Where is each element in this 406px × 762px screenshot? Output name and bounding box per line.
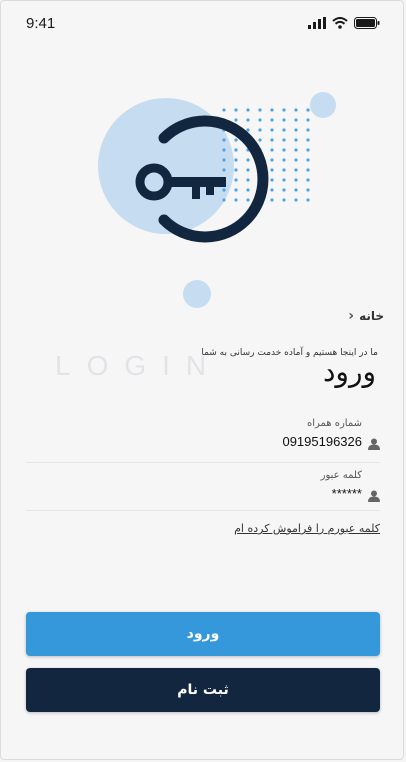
user-icon <box>368 490 380 502</box>
breadcrumb-home-label[interactable]: خانه <box>359 309 384 323</box>
decor-dot <box>306 188 310 192</box>
decor-dot <box>222 138 226 142</box>
decor-dot <box>258 108 262 112</box>
decor-dot <box>258 138 262 142</box>
decor-dot <box>258 118 262 122</box>
password-label: کلمه عبور <box>320 470 362 481</box>
register-button[interactable]: ثبت نام <box>26 668 380 712</box>
user-icon <box>368 438 380 450</box>
decor-dot <box>270 198 274 202</box>
decor-dot <box>222 168 226 172</box>
decor-dot <box>282 178 286 182</box>
decor-dot <box>282 118 286 122</box>
status-time: 9:41 <box>26 15 56 32</box>
login-watermark: LOGIN <box>55 350 223 381</box>
decor-dot <box>270 168 274 172</box>
status-icons <box>308 17 380 29</box>
decor-dot <box>306 108 310 112</box>
decor-dot <box>306 168 310 172</box>
decor-dot <box>270 118 274 122</box>
decor-dot <box>234 108 238 112</box>
password-field[interactable]: کلمه عبور ****** <box>26 470 380 511</box>
decor-dot <box>306 158 310 162</box>
decor-dot <box>306 178 310 182</box>
decor-dot <box>282 138 286 142</box>
decor-dot <box>222 188 226 192</box>
decor-dot <box>282 188 286 192</box>
battery-icon <box>354 17 380 29</box>
decor-dot <box>282 108 286 112</box>
decor-dot <box>294 178 298 182</box>
decor-dot <box>294 128 298 132</box>
decor-dot <box>270 128 274 132</box>
decor-dot <box>282 198 286 202</box>
decor-dot <box>234 118 238 122</box>
page-title: ورود <box>322 355 376 388</box>
decor-dot <box>234 178 238 182</box>
decor-dot <box>294 198 298 202</box>
decor-dot <box>234 188 238 192</box>
decor-dot <box>270 108 274 112</box>
decor-dot <box>234 148 238 152</box>
breadcrumb[interactable]: خانه ‹ <box>348 308 384 324</box>
decor-dot <box>246 168 250 172</box>
decor-dot <box>270 138 274 142</box>
decor-dot <box>222 108 226 112</box>
decor-dot <box>222 148 226 152</box>
decor-dot <box>294 138 298 142</box>
decor-dot <box>294 118 298 122</box>
decor-dot <box>282 148 286 152</box>
decor-dot <box>246 108 250 112</box>
decor-dot <box>294 188 298 192</box>
decor-dot <box>306 198 310 202</box>
wifi-icon <box>332 17 348 29</box>
decor-dot <box>282 128 286 132</box>
decor-dot <box>282 168 286 172</box>
decor-dot <box>294 148 298 152</box>
decor-dot <box>294 158 298 162</box>
decor-dot <box>246 158 250 162</box>
decor-dot <box>270 178 274 182</box>
phone-field[interactable]: شماره همراه 09195196326 <box>26 418 380 463</box>
decor-dot <box>306 118 310 122</box>
login-button[interactable]: ورود <box>26 612 380 656</box>
phone-input[interactable]: 09195196326 <box>282 434 362 449</box>
decor-dot <box>234 158 238 162</box>
decor-dot <box>222 198 226 202</box>
decor-dot <box>234 168 238 172</box>
decor-dot <box>270 148 274 152</box>
decor-circle-bottom <box>183 280 211 308</box>
decor-dot <box>234 198 238 202</box>
decor-dot <box>306 148 310 152</box>
decor-circle-small <box>310 92 336 118</box>
signal-icon <box>308 17 326 29</box>
decor-dot <box>246 118 250 122</box>
chevron-left-icon: ‹ <box>348 308 355 324</box>
decor-dot <box>246 178 250 182</box>
decor-dot <box>282 158 286 162</box>
decor-dot <box>246 198 250 202</box>
decor-dot <box>246 188 250 192</box>
login-illustration <box>98 92 336 308</box>
decor-dot <box>234 138 238 142</box>
phone-label: شماره همراه <box>306 418 362 429</box>
decor-dot <box>294 108 298 112</box>
decor-dot <box>306 128 310 132</box>
decor-dot <box>246 128 250 132</box>
forgot-password-link[interactable]: کلمه عبورم را فراموش کرده ام <box>234 522 380 535</box>
decor-dot <box>270 158 274 162</box>
decor-dot <box>222 158 226 162</box>
password-input[interactable]: ****** <box>332 486 362 501</box>
decor-dot <box>270 188 274 192</box>
decor-dot <box>306 138 310 142</box>
decor-dot <box>294 168 298 172</box>
decor-dot <box>258 128 262 132</box>
